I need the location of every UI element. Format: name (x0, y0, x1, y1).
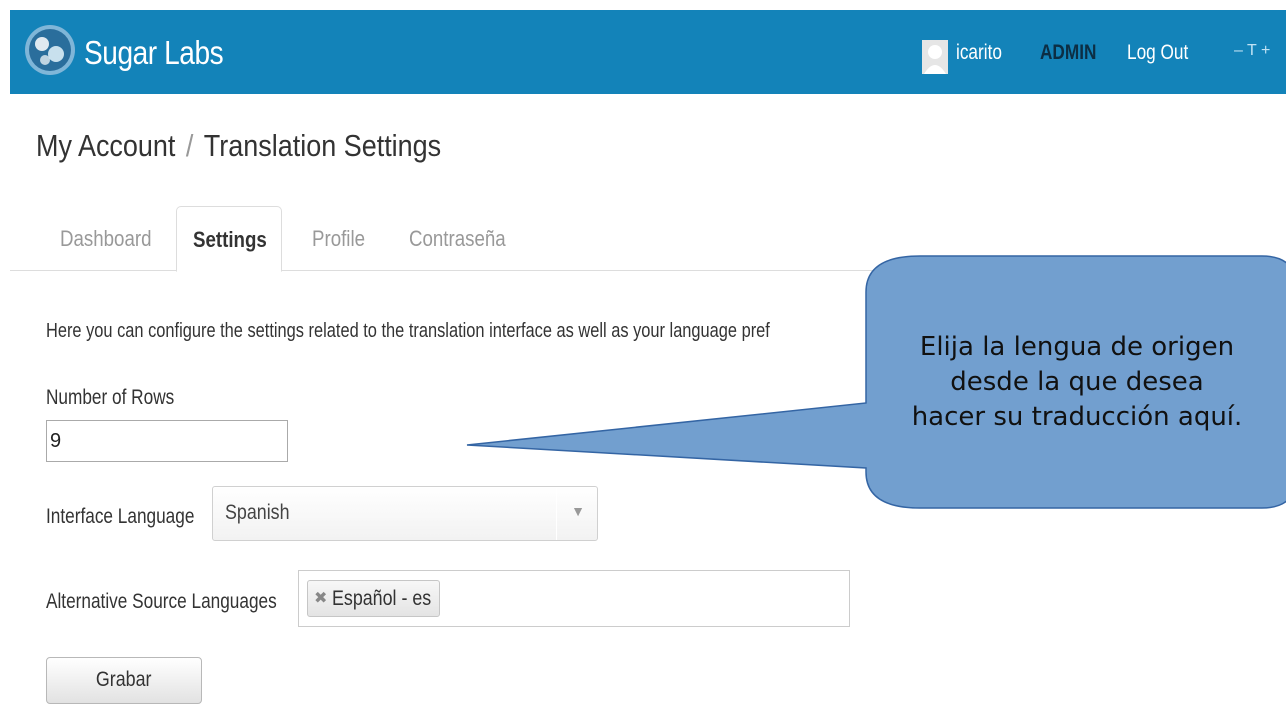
save-button-label: Grabar (96, 668, 152, 691)
tab-profile-label: Profile (312, 226, 366, 251)
sugar-labs-logo-icon[interactable] (23, 23, 77, 77)
interface-language-label: Interface Language (46, 505, 195, 528)
logout-link[interactable]: Log Out (1127, 41, 1188, 65)
alt-source-multiselect[interactable]: ✖ Español - es (298, 570, 850, 627)
language-chip: ✖ Español - es (307, 580, 440, 617)
top-navbar: Sugar Labs icarito ADMIN Log Out – T + (10, 10, 1286, 94)
dropdown-arrow-icon[interactable]: ▼ (571, 503, 585, 519)
callout-line: Elija la lengua de origen (919, 332, 1235, 362)
tab-settings[interactable]: Settings (176, 206, 282, 272)
rows-input[interactable]: 9 (46, 420, 288, 462)
tab-contrasena[interactable]: Contraseña (409, 206, 523, 270)
tab-dashboard-label: Dashboard (60, 226, 152, 251)
font-size-controls[interactable]: – T + (1234, 42, 1270, 60)
interface-language-select[interactable]: Spanish ▼ (212, 486, 598, 541)
breadcrumb-current: Translation Settings (203, 128, 442, 163)
tab-profile[interactable]: Profile (312, 206, 374, 270)
rows-label: Number of Rows (46, 386, 175, 409)
remove-chip-icon[interactable]: ✖ (314, 581, 327, 616)
callout-line: hacer su traducción aquí. (911, 402, 1243, 432)
callout-text: Elija la lengua de origen desde la que d… (868, 330, 1286, 435)
brand-name[interactable]: Sugar Labs (84, 34, 224, 72)
tab-contrasena-label: Contraseña (409, 226, 506, 251)
alt-source-label: Alternative Source Languages (46, 590, 277, 613)
settings-intro-text: Here you can configure the settings rela… (46, 320, 770, 342)
username-link[interactable]: icarito (956, 41, 1002, 65)
breadcrumb-parent[interactable]: My Account (36, 128, 175, 163)
select-divider (556, 487, 557, 540)
tab-dashboard[interactable]: Dashboard (60, 206, 168, 270)
breadcrumb-separator: / (185, 128, 194, 163)
tab-settings-label: Settings (193, 227, 267, 252)
interface-language-value: Spanish (225, 501, 290, 524)
save-button[interactable]: Grabar (46, 657, 202, 704)
language-chip-label: Español - es (331, 587, 432, 610)
callout-line: desde la que desea (950, 367, 1204, 397)
breadcrumb: My Account / Translation Settings (36, 128, 441, 164)
admin-link[interactable]: ADMIN (1040, 41, 1096, 65)
user-avatar-icon (922, 40, 948, 74)
